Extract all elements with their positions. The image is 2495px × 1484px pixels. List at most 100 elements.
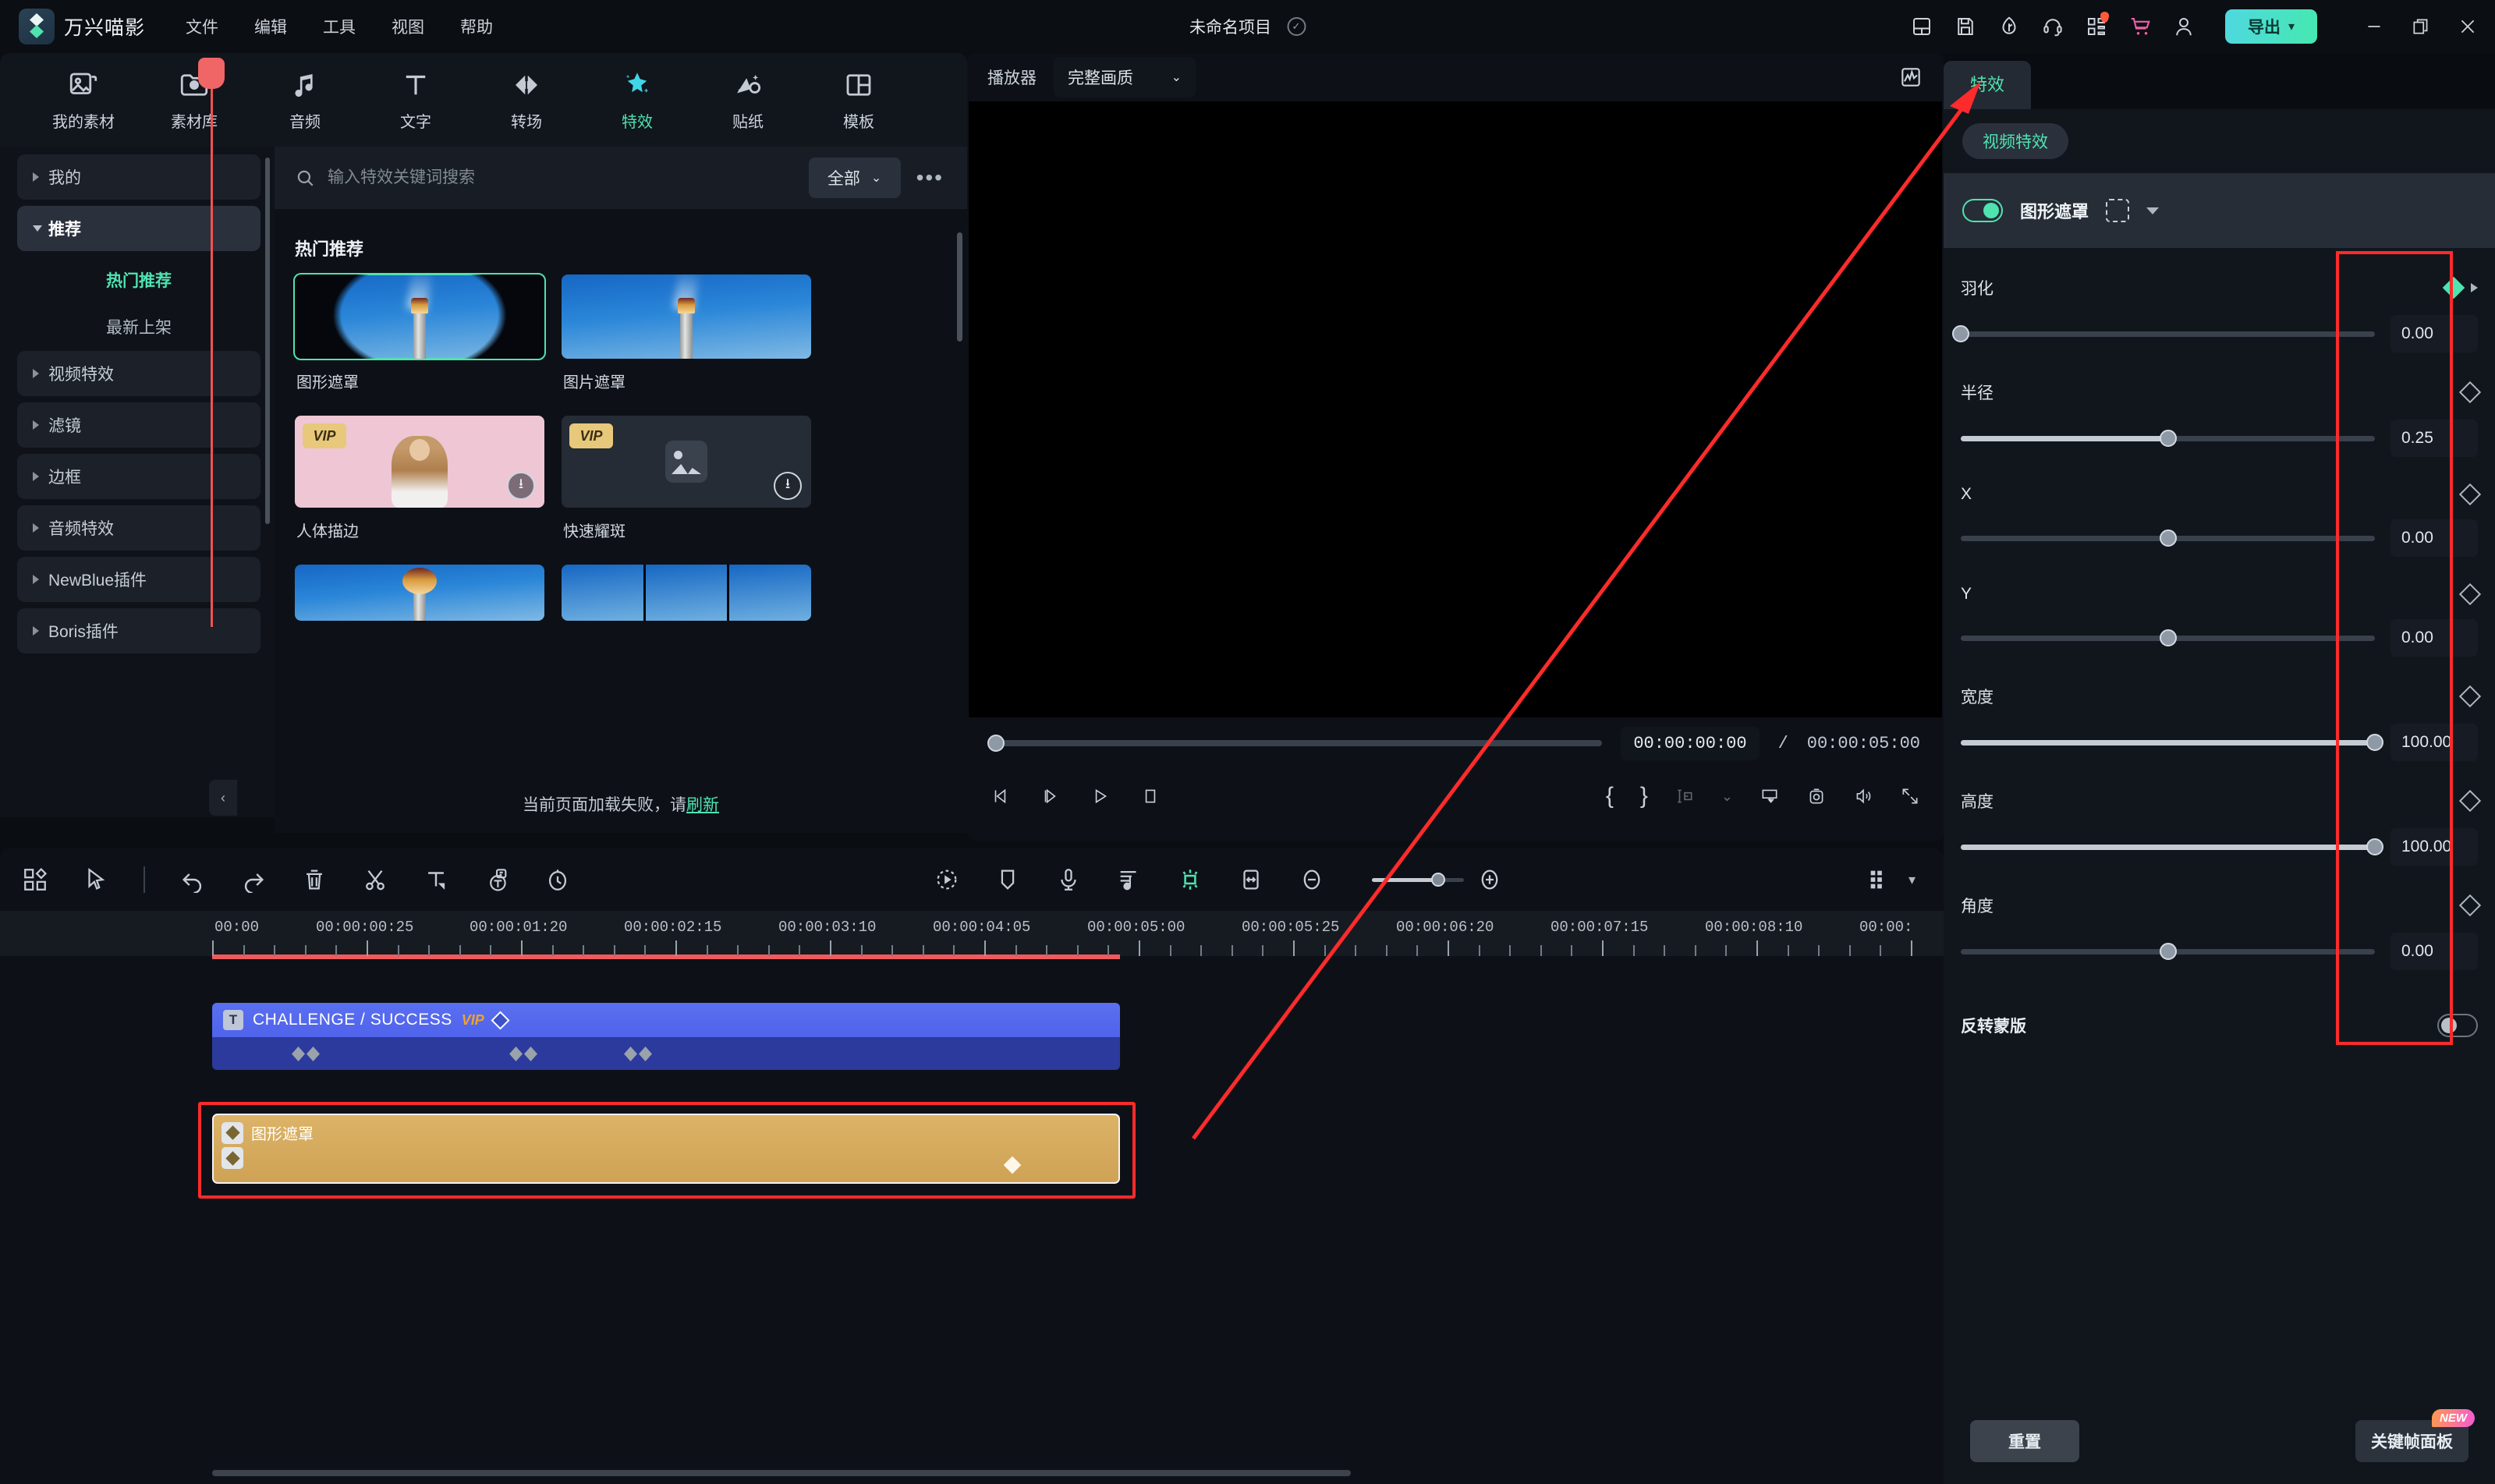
stop-icon[interactable] <box>1140 785 1161 808</box>
module-tab-audio[interactable]: 音频 <box>250 69 360 132</box>
timeline-clip-mask[interactable]: 图形遮罩 <box>212 1114 1120 1184</box>
sidebar-item-borders[interactable]: 边框 <box>17 454 260 499</box>
sidebar-collapse-button[interactable]: ‹ <box>209 780 237 816</box>
param-value-input[interactable]: 0.00 <box>2390 619 2478 657</box>
filter-dropdown[interactable]: 全部 ⌄ <box>808 158 901 198</box>
preview-canvas[interactable] <box>969 101 1942 717</box>
param-value-input[interactable]: 0.00 <box>2390 519 2478 557</box>
param-slider[interactable] <box>1961 838 2383 855</box>
param-value-input[interactable]: 100.00 <box>2390 828 2478 866</box>
param-slider[interactable] <box>1961 733 2383 751</box>
grid-view-icon[interactable] <box>1866 866 1893 893</box>
effect-card-image-mask[interactable]: 图片遮罩 <box>562 274 811 398</box>
zoom-out-button[interactable] <box>1299 866 1325 893</box>
dashed-rect-icon[interactable] <box>2106 199 2130 222</box>
motion-tracking-icon[interactable] <box>934 866 960 893</box>
param-value-input[interactable]: 0.00 <box>2390 315 2478 352</box>
download-icon[interactable]: ⭳ <box>774 472 802 500</box>
export-button[interactable]: 导出 ▾ <box>2225 9 2317 44</box>
speech-to-text-icon[interactable] <box>484 866 510 893</box>
keyframe-diamond-icon[interactable] <box>2458 583 2482 606</box>
add-text-icon[interactable] <box>423 866 449 893</box>
module-tab-text[interactable]: 文字 <box>360 69 471 132</box>
keyframe-panel-button[interactable]: 关键帧面板 NEW <box>2355 1409 2475 1462</box>
keyframe-diamond-icon[interactable] <box>2458 483 2482 506</box>
menu-item-view[interactable]: 视图 <box>392 15 424 38</box>
select-cursor-icon[interactable] <box>83 866 109 893</box>
keyframe-diamond-icon[interactable] <box>491 1010 510 1030</box>
delete-icon[interactable] <box>301 866 328 893</box>
chevron-down-icon[interactable]: ▾ <box>1908 872 1916 888</box>
quality-dropdown[interactable]: 完整画质 ⌄ <box>1054 57 1196 97</box>
menu-item-file[interactable]: 文件 <box>186 15 218 38</box>
sidebar-subitem-hot[interactable]: 热门推荐 <box>17 257 260 303</box>
param-slider[interactable] <box>1961 629 2375 646</box>
mark-out-icon[interactable]: } <box>1640 783 1648 809</box>
mask-enable-toggle[interactable] <box>1962 199 2003 222</box>
keyframe-diamond-icon[interactable] <box>2458 381 2482 404</box>
prev-frame-icon[interactable] <box>991 785 1011 808</box>
mark-in-icon[interactable]: { <box>1606 783 1614 809</box>
playhead-handle[interactable] <box>198 58 225 89</box>
keyframe-diamond-icon[interactable] <box>2458 789 2482 813</box>
param-slider[interactable] <box>1961 529 2375 547</box>
module-tab-transitions[interactable]: 转场 <box>471 69 582 132</box>
green-screen-icon[interactable] <box>1177 866 1203 893</box>
apps-icon[interactable] <box>2085 12 2109 38</box>
zoom-in-button[interactable] <box>1476 866 1503 893</box>
param-value-input[interactable]: 0.25 <box>2390 420 2478 457</box>
invert-mask-toggle[interactable] <box>2437 1014 2478 1037</box>
sidebar-item-mine[interactable]: 我的 <box>17 154 260 200</box>
menu-item-edit[interactable]: 编辑 <box>254 15 287 38</box>
account-icon[interactable] <box>2172 15 2196 38</box>
next-frame-icon[interactable] <box>1040 785 1061 808</box>
next-keyframe-icon[interactable] <box>2471 283 2478 292</box>
download-icon[interactable]: ⭳ <box>507 472 535 500</box>
module-tab-effects[interactable]: 特效 <box>582 69 693 132</box>
sidebar-scrollbar[interactable] <box>265 158 270 524</box>
more-options-icon[interactable]: ••• <box>913 165 947 190</box>
play-icon[interactable] <box>1090 785 1111 808</box>
tab-effects[interactable]: 特效 <box>1944 61 2032 109</box>
save-icon[interactable] <box>1954 15 1977 38</box>
timeline-horizontal-scrollbar[interactable] <box>212 1470 1351 1476</box>
close-icon[interactable] <box>2458 16 2478 37</box>
param-slider[interactable] <box>1952 324 2375 342</box>
undo-icon[interactable] <box>179 866 206 893</box>
keyframe-diamond-icon[interactable] <box>2442 276 2465 299</box>
seek-slider[interactable] <box>987 735 1603 752</box>
effect-card-quick-flare[interactable]: VIP ⭳ 快速耀斑 <box>562 416 811 547</box>
headset-icon[interactable] <box>2041 15 2064 38</box>
effect-card-shape-mask[interactable]: 图形遮罩 <box>293 273 546 398</box>
timeline-ruler[interactable]: 00:00 00:00:00:25 00:00:01:20 00:00:02:1… <box>0 911 1944 959</box>
effect-card-filmstrip[interactable] <box>562 565 811 621</box>
waveform-scope-icon[interactable] <box>1898 65 1923 90</box>
module-tab-stickers[interactable]: 贴纸 <box>693 69 803 132</box>
chevron-down-icon[interactable] <box>2146 207 2160 214</box>
effect-card-bulge[interactable] <box>295 565 544 621</box>
keyframe-diamond-icon[interactable] <box>2458 685 2482 708</box>
project-name[interactable]: 未命名项目 <box>1189 15 1271 38</box>
zoom-slider[interactable] <box>1372 872 1465 887</box>
fit-timeline-icon[interactable] <box>1238 866 1264 893</box>
minimize-icon[interactable] <box>2364 16 2384 37</box>
cart-icon[interactable] <box>2128 15 2152 38</box>
param-slider[interactable] <box>1961 429 2375 447</box>
keyframe-pair-icon[interactable] <box>292 1047 320 1061</box>
chevron-down-icon[interactable]: ⌄ <box>1721 788 1733 805</box>
sidebar-item-filters[interactable]: 滤镜 <box>17 402 260 448</box>
feather-icon[interactable] <box>1997 15 2021 38</box>
volume-icon[interactable] <box>1853 785 1873 808</box>
keyframe-diamond-icon[interactable] <box>2458 894 2482 917</box>
browser-scrollbar[interactable] <box>957 232 962 342</box>
grid-add-icon[interactable] <box>22 866 48 893</box>
restore-icon[interactable] <box>2411 16 2431 37</box>
snapshot-icon[interactable] <box>1806 785 1827 808</box>
chip-video-effects[interactable]: 视频特效 <box>1962 123 2068 159</box>
marker-icon[interactable] <box>994 866 1021 893</box>
voiceover-icon[interactable] <box>1055 866 1082 893</box>
param-value-input[interactable]: 100.00 <box>2390 724 2478 761</box>
seek-handle[interactable] <box>987 735 1005 752</box>
fullscreen-icon[interactable] <box>1900 785 1920 808</box>
timeline-clip-text-body[interactable] <box>212 1037 1120 1070</box>
